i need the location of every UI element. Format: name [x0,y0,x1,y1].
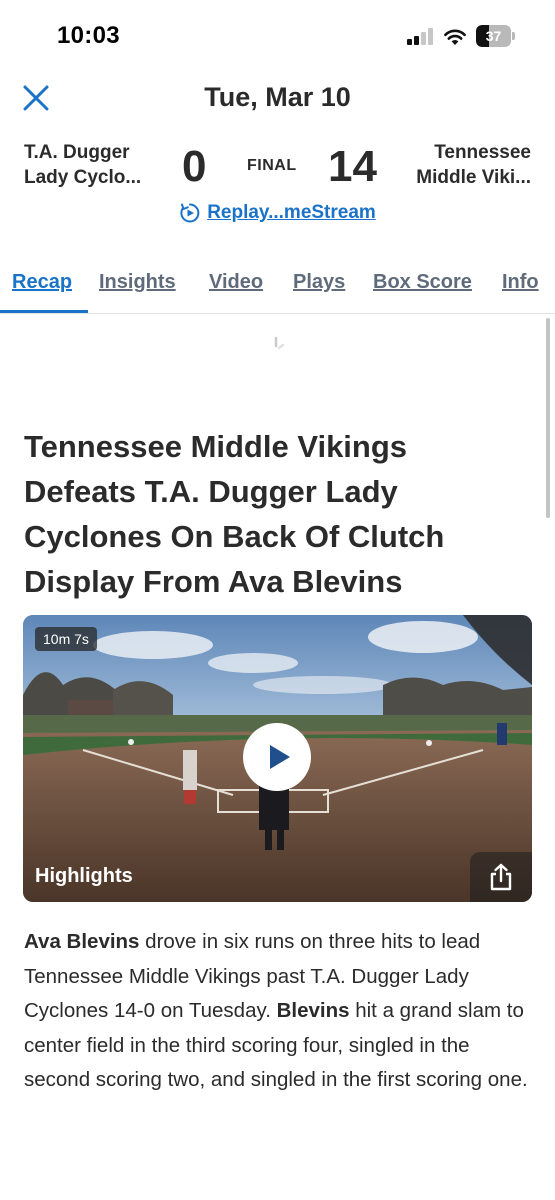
tab-insights[interactable]: Insights [99,271,176,294]
wifi-icon [444,29,466,45]
scoreboard: T.A. Dugger Lady Cyclo... 0 FINAL 14 Ten… [0,140,555,200]
player-name-short: Blevins [276,999,350,1023]
game-status: FINAL [247,157,297,174]
away-score: 0 [182,142,207,191]
home-score: 14 [328,142,377,191]
page-title: Tue, Mar 10 [204,82,351,112]
battery-level: 37 [485,28,502,44]
home-team-line2: Middle Viki... [416,167,531,188]
away-team-line1: T.A. Dugger [24,142,130,163]
video-duration: 10m 7s [35,627,97,651]
tab-box-score[interactable]: Box Score [373,271,472,294]
replay-label: Replay...meStream [207,202,376,223]
share-button[interactable] [470,852,532,902]
home-team-line1: Tennessee [434,142,531,163]
home-team-name[interactable]: Tennessee Middle Viki... [416,140,531,190]
cellular-signal-icon [407,28,435,45]
away-team-name[interactable]: T.A. Dugger Lady Cyclo... [24,140,141,190]
replay-link[interactable]: Replay...meStream [179,202,376,224]
status-time: 10:03 [57,22,120,49]
scrollbar[interactable] [546,318,550,518]
header: Tue, Mar 10 [0,70,555,130]
replay-icon [180,203,200,223]
away-team-line2: Lady Cyclo... [24,167,142,188]
play-icon [270,745,290,769]
tab-recap[interactable]: Recap [12,271,72,294]
article-body: Ava Blevins drove in six runs on three h… [24,925,532,1098]
tab-info[interactable]: Info [502,271,539,294]
loading-spinner-icon [274,336,285,350]
article-title: Tennessee Middle Vikings Defeats T.A. Du… [24,429,445,599]
status-bar: 10:03 37 [0,0,555,70]
play-button[interactable] [243,723,311,791]
battery-icon: 37 [476,25,516,47]
active-tab-indicator [0,310,88,313]
replay-row: Replay...meStream [0,202,555,230]
player-name: Ava Blevins [24,930,140,953]
tab-video[interactable]: Video [209,271,263,294]
video-label: Highlights [35,865,133,887]
tab-plays[interactable]: Plays [293,271,345,294]
tab-bar: Recap Insights Video Plays Box Score Inf… [0,262,555,314]
share-icon [490,863,512,891]
highlights-video[interactable]: 10m 7s Highlights [23,615,532,902]
